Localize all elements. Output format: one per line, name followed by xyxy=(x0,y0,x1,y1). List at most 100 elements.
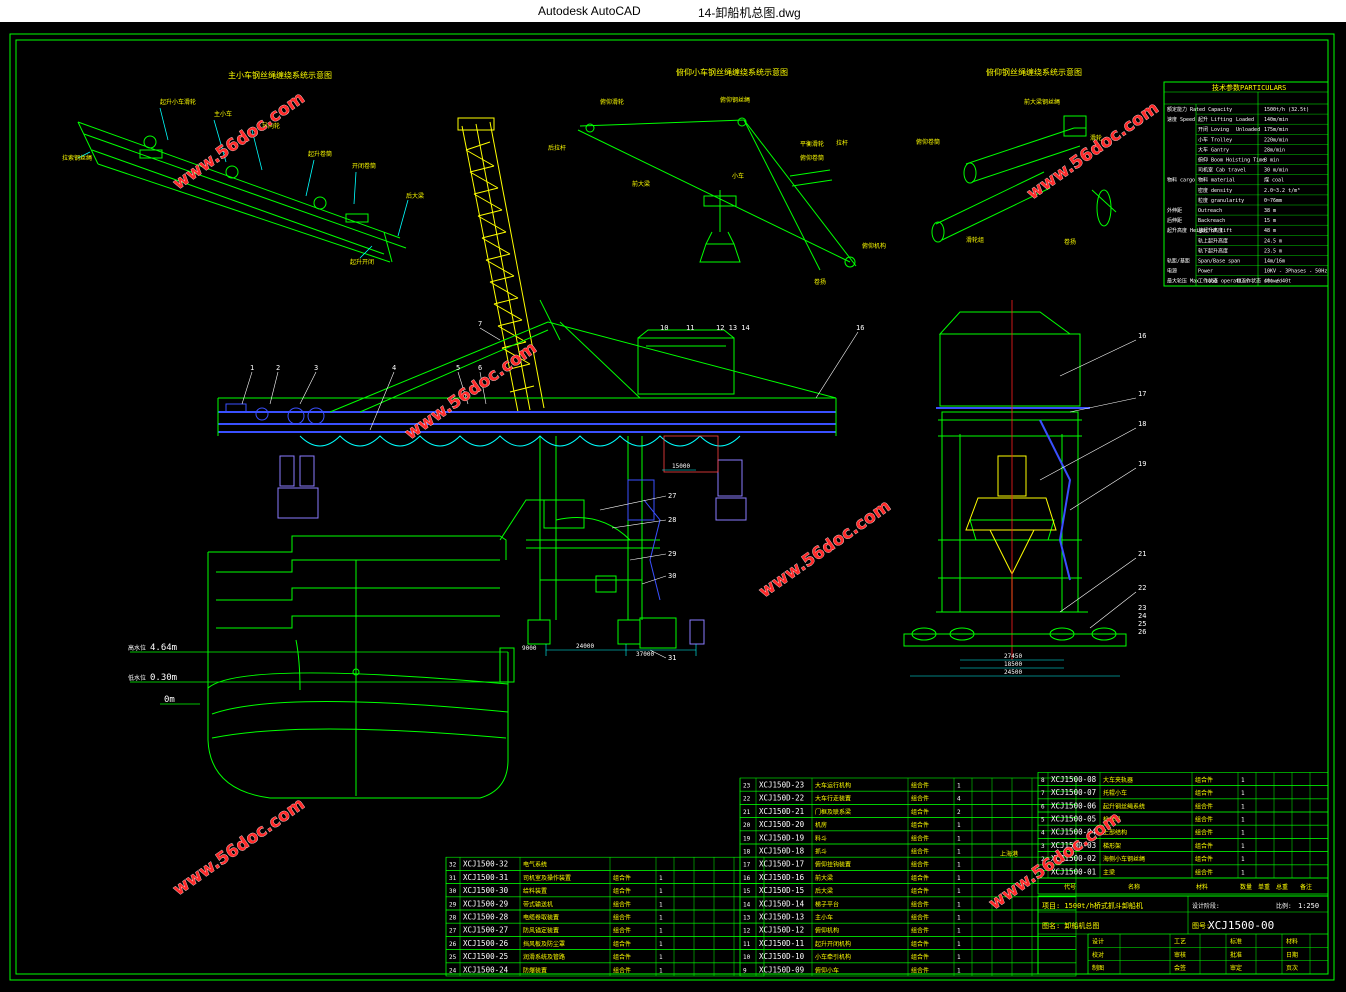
drawing-canvas[interactable]: 主小车钢丝绳缠绕系统示意图 俯仰小车钢丝绳缠绕系统示意图 俯仰钢丝绳缠绕系统示意… xyxy=(0,22,1346,988)
table-cell: 27 xyxy=(449,928,457,935)
particulars-value: 40t / 40t xyxy=(1264,279,1291,285)
table-cell: 1 xyxy=(659,901,663,908)
svg-text:卷扬: 卷扬 xyxy=(1064,238,1076,246)
parts-header-code: 代号 xyxy=(1064,883,1076,891)
table-cell: 组合件 xyxy=(911,953,929,961)
particulars-item: Span/Base span xyxy=(1198,259,1240,265)
parts-list-right: 8 XCJ1500-08 大车夹轨器 组合件 17 XCJ1500-07 托辊小车 组合件 16… xyxy=(1037,772,1329,879)
svg-text:18: 18 xyxy=(1138,420,1146,428)
app-title: Autodesk AutoCAD xyxy=(538,4,641,18)
water-level-high-label: 高水位 xyxy=(128,644,146,652)
table-cell: 3 xyxy=(1041,843,1045,850)
particulars-item: Backreach xyxy=(1198,218,1225,224)
svg-text:俯仰卷筒: 俯仰卷筒 xyxy=(916,138,940,146)
particulars-group: 速度 Speed xyxy=(1167,116,1195,123)
table-cell: XCJ150D-13 xyxy=(759,913,804,922)
table-cell: 1 xyxy=(659,888,663,895)
table-cell: 组合件 xyxy=(911,808,929,816)
table-cell: 31 xyxy=(449,875,457,882)
particulars-group: 电源 xyxy=(1167,268,1177,275)
table-cell: 大车夹轨器 xyxy=(1103,776,1133,784)
table-cell: 防爆装置 xyxy=(523,966,547,974)
table-cell: 1 xyxy=(957,888,961,895)
sign-cell: 材料 xyxy=(1286,938,1298,946)
sign-cell: 审定 xyxy=(1230,964,1242,972)
table-cell: XCJ150D-11 xyxy=(759,939,804,948)
table-cell: 组合件 xyxy=(613,914,631,922)
table-cell: 1 xyxy=(957,928,961,935)
table-cell: 25 xyxy=(449,954,457,961)
table-cell: 组合件 xyxy=(1195,842,1213,850)
svg-text:4: 4 xyxy=(392,364,396,372)
table-cell: 组合件 xyxy=(613,874,631,882)
table-cell: 9 xyxy=(743,967,747,974)
trolley-diagram-labels: 拉索钢丝绳起升小车滑轮 主小车导向轮 起升卷筒开闭卷筒 后大梁起升开闭 xyxy=(62,98,424,266)
table-cell: XCJ1500-08 xyxy=(1051,775,1097,784)
svg-text:小车: 小车 xyxy=(732,172,744,180)
water-level-low-label: 低水位 xyxy=(128,674,146,682)
particulars-group: 物料 cargo xyxy=(1167,177,1195,184)
table-cell: 1 xyxy=(659,954,663,961)
table-cell: 组合件 xyxy=(911,834,929,842)
table-cell: 大车行走装置 xyxy=(815,795,851,803)
water-level-high-value: 4.64m xyxy=(150,643,177,653)
table-cell: 大车运行机构 xyxy=(815,782,851,790)
particulars-item: 物料 material xyxy=(1198,177,1235,184)
table-cell: 16 xyxy=(743,875,751,882)
table-cell: 30 xyxy=(449,888,457,895)
table-cell: XCJ150D-15 xyxy=(759,886,804,895)
svg-text:平衡滑轮: 平衡滑轮 xyxy=(800,140,824,148)
table-cell: 1 xyxy=(659,915,663,922)
dimension-rail-main: 24000 xyxy=(576,643,594,650)
table-cell: 5 xyxy=(1041,817,1045,824)
table-cell: 组合件 xyxy=(1195,776,1213,784)
table-cell: 挡风板及防尘罩 xyxy=(523,940,565,948)
dimension-rail-right: 37000 xyxy=(636,651,654,658)
table-cell: 12 xyxy=(743,928,751,935)
svg-text:31: 31 xyxy=(668,654,676,662)
table-cell: 组合件 xyxy=(911,900,929,908)
svg-text:24: 24 xyxy=(1138,612,1146,620)
particulars-item: Power xyxy=(1198,269,1213,275)
table-cell: 组合件 xyxy=(1195,789,1213,797)
particulars-value: 220m/min xyxy=(1264,137,1288,143)
file-title: 14-卸船机总图.dwg xyxy=(698,6,801,20)
table-cell: 带式输送机 xyxy=(523,900,553,908)
table-cell: 组合件 xyxy=(1195,802,1213,810)
svg-text:17: 17 xyxy=(1138,390,1146,398)
table-cell: 1 xyxy=(957,783,961,790)
table-cell: 1 xyxy=(957,941,961,948)
svg-text:俯仰卷筒: 俯仰卷筒 xyxy=(800,154,824,162)
table-cell: 前大梁 xyxy=(815,874,833,882)
table-cell: 小车牵引机构 xyxy=(815,953,851,961)
svg-text:29: 29 xyxy=(668,550,676,558)
particulars-item: Outreach xyxy=(1198,208,1222,214)
side-section xyxy=(903,300,1127,677)
svg-text:前大梁钢丝绳: 前大梁钢丝绳 xyxy=(1024,98,1060,106)
particulars-value: 15 m xyxy=(1264,218,1276,224)
svg-text:拉杆: 拉杆 xyxy=(836,139,848,147)
svg-text:5: 5 xyxy=(456,364,460,372)
sign-cell: 设计 xyxy=(1092,938,1104,946)
particulars-sub: Loaded xyxy=(1236,117,1254,123)
svg-text:卷扬: 卷扬 xyxy=(814,278,826,286)
section-balloons: 16 17 18 19 21 22 23 24 25 26 xyxy=(1039,332,1146,636)
sign-cell: 日期 xyxy=(1286,951,1298,959)
particulars-group: 外伸距 xyxy=(1167,207,1182,214)
table-cell: 门框及联系梁 xyxy=(815,808,851,816)
table-cell: 组合件 xyxy=(911,887,929,895)
cad-drawing[interactable]: 主小车钢丝绳缠绕系统示意图 俯仰小车钢丝绳缠绕系统示意图 俯仰钢丝绳缠绕系统示意… xyxy=(0,22,1346,988)
particulars-value: 10KV - 3Phases - 50Hz xyxy=(1264,269,1327,275)
table-cell: 组合件 xyxy=(1195,868,1213,876)
particulars-value: 1500t/h (32.5t) xyxy=(1264,107,1309,113)
table-cell: 抓斗 xyxy=(815,848,827,856)
sign-cell: 审核 xyxy=(1174,951,1186,959)
table-cell: 1 xyxy=(659,875,663,882)
table-cell: 组合件 xyxy=(1195,816,1213,824)
particulars-group: 额定能力 Rated Capacity xyxy=(1167,106,1232,113)
table-cell: 起升钢丝绳系统 xyxy=(1103,802,1145,810)
svg-text:16: 16 xyxy=(856,324,864,332)
parts-header-wt: 单重 xyxy=(1258,883,1270,891)
table-cell: 组合件 xyxy=(911,848,929,856)
parts-header-type: 材料 xyxy=(1196,883,1208,891)
